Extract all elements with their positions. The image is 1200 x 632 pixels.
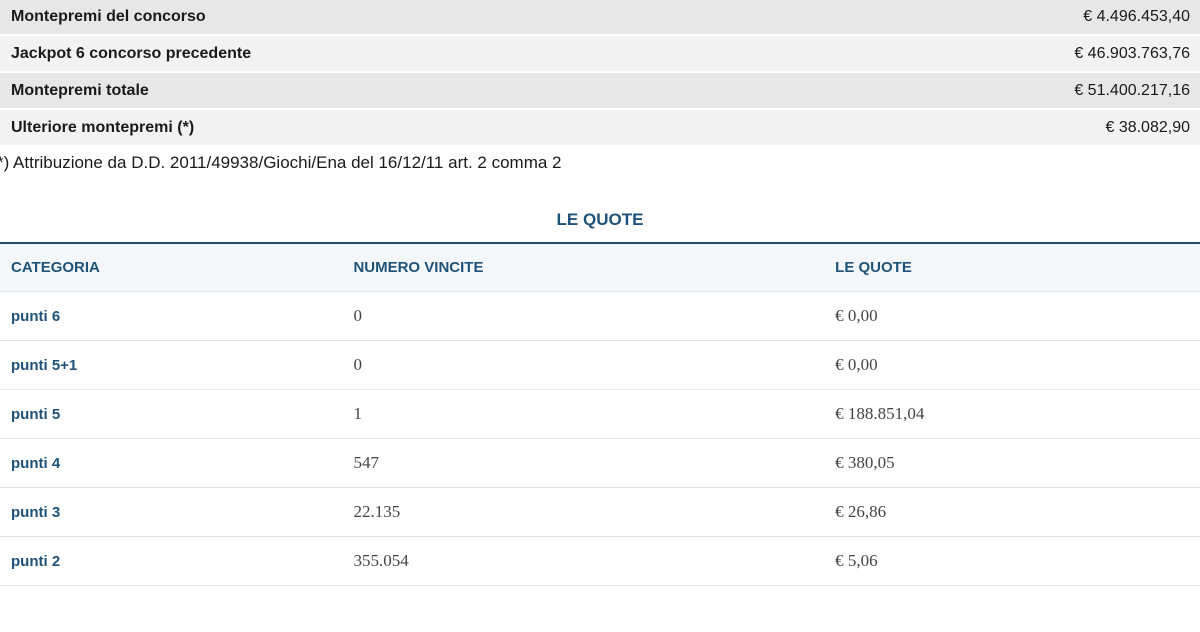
summary-value: € 4.496.453,40 xyxy=(1083,8,1190,25)
summary-value: € 46.903.763,76 xyxy=(1074,44,1190,62)
cell-categoria: punti 2 xyxy=(0,536,343,586)
cell-numero-vincite: 0 xyxy=(342,291,825,341)
summary-row-jackpot-precedente: Jackpot 6 concorso precedente € 46.903.7… xyxy=(0,36,1200,73)
quote-table: CATEGORIA NUMERO VINCITE LE QUOTE punti … xyxy=(0,242,1200,586)
summary-label: Montepremi totale xyxy=(11,81,149,99)
table-row: punti 5 1 € 188.851,04 xyxy=(0,389,1200,439)
table-row: punti 2 355.054 € 5,06 xyxy=(0,536,1200,586)
cell-quota: € 26,86 xyxy=(824,487,1200,537)
cell-quota: € 0,00 xyxy=(824,291,1200,341)
table-row: punti 4 547 € 380,05 xyxy=(0,438,1200,488)
column-header-numero-vincite: NUMERO VINCITE xyxy=(342,243,825,292)
cell-numero-vincite: 355.054 xyxy=(342,536,825,586)
table-row: punti 6 0 € 0,00 xyxy=(0,291,1200,341)
summary-label: Ulteriore montepremi (*) xyxy=(11,118,195,136)
cell-numero-vincite: 0 xyxy=(342,340,825,390)
cell-quota: € 188.851,04 xyxy=(824,389,1200,439)
summary-value: € 51.400.217,16 xyxy=(1074,81,1190,99)
table-row: punti 3 22.135 € 26,86 xyxy=(0,487,1200,537)
cell-categoria: punti 3 xyxy=(0,487,343,537)
cell-categoria: punti 5 xyxy=(0,389,343,439)
cell-quota: € 380,05 xyxy=(824,438,1200,488)
section-title-le-quote: LE QUOTE xyxy=(556,210,644,229)
summary-row-montepremi-totale: Montepremi totale € 51.400.217,16 xyxy=(0,73,1200,110)
summary-row-montepremi-concorso: Montepremi del concorso € 4.496.453,40 xyxy=(0,0,1200,36)
summary-label: Montepremi del concorso xyxy=(11,8,206,25)
cell-numero-vincite: 1 xyxy=(342,389,825,439)
cell-categoria: punti 6 xyxy=(0,291,343,341)
cell-numero-vincite: 547 xyxy=(342,438,825,488)
summary-value: € 38.082,90 xyxy=(1105,118,1190,136)
cell-quota: € 0,00 xyxy=(824,340,1200,390)
cell-quota: € 5,06 xyxy=(824,536,1200,586)
column-header-le-quote: LE QUOTE xyxy=(824,243,1200,292)
summary-row-ulteriore-montepremi: Ulteriore montepremi (*) € 38.082,90 xyxy=(0,110,1200,147)
summary-label: Jackpot 6 concorso precedente xyxy=(11,44,252,62)
footnote: *) Attribuzione da D.D. 2011/49938/Gioch… xyxy=(0,153,562,172)
table-header-row: CATEGORIA NUMERO VINCITE LE QUOTE xyxy=(0,243,1200,292)
cell-categoria: punti 4 xyxy=(0,438,343,488)
cell-numero-vincite: 22.135 xyxy=(342,487,825,537)
cell-categoria: punti 5+1 xyxy=(0,340,343,390)
column-header-categoria: CATEGORIA xyxy=(0,243,343,292)
table-row: punti 5+1 0 € 0,00 xyxy=(0,340,1200,390)
summary-table: Montepremi del concorso € 4.496.453,40 J… xyxy=(0,0,1200,147)
